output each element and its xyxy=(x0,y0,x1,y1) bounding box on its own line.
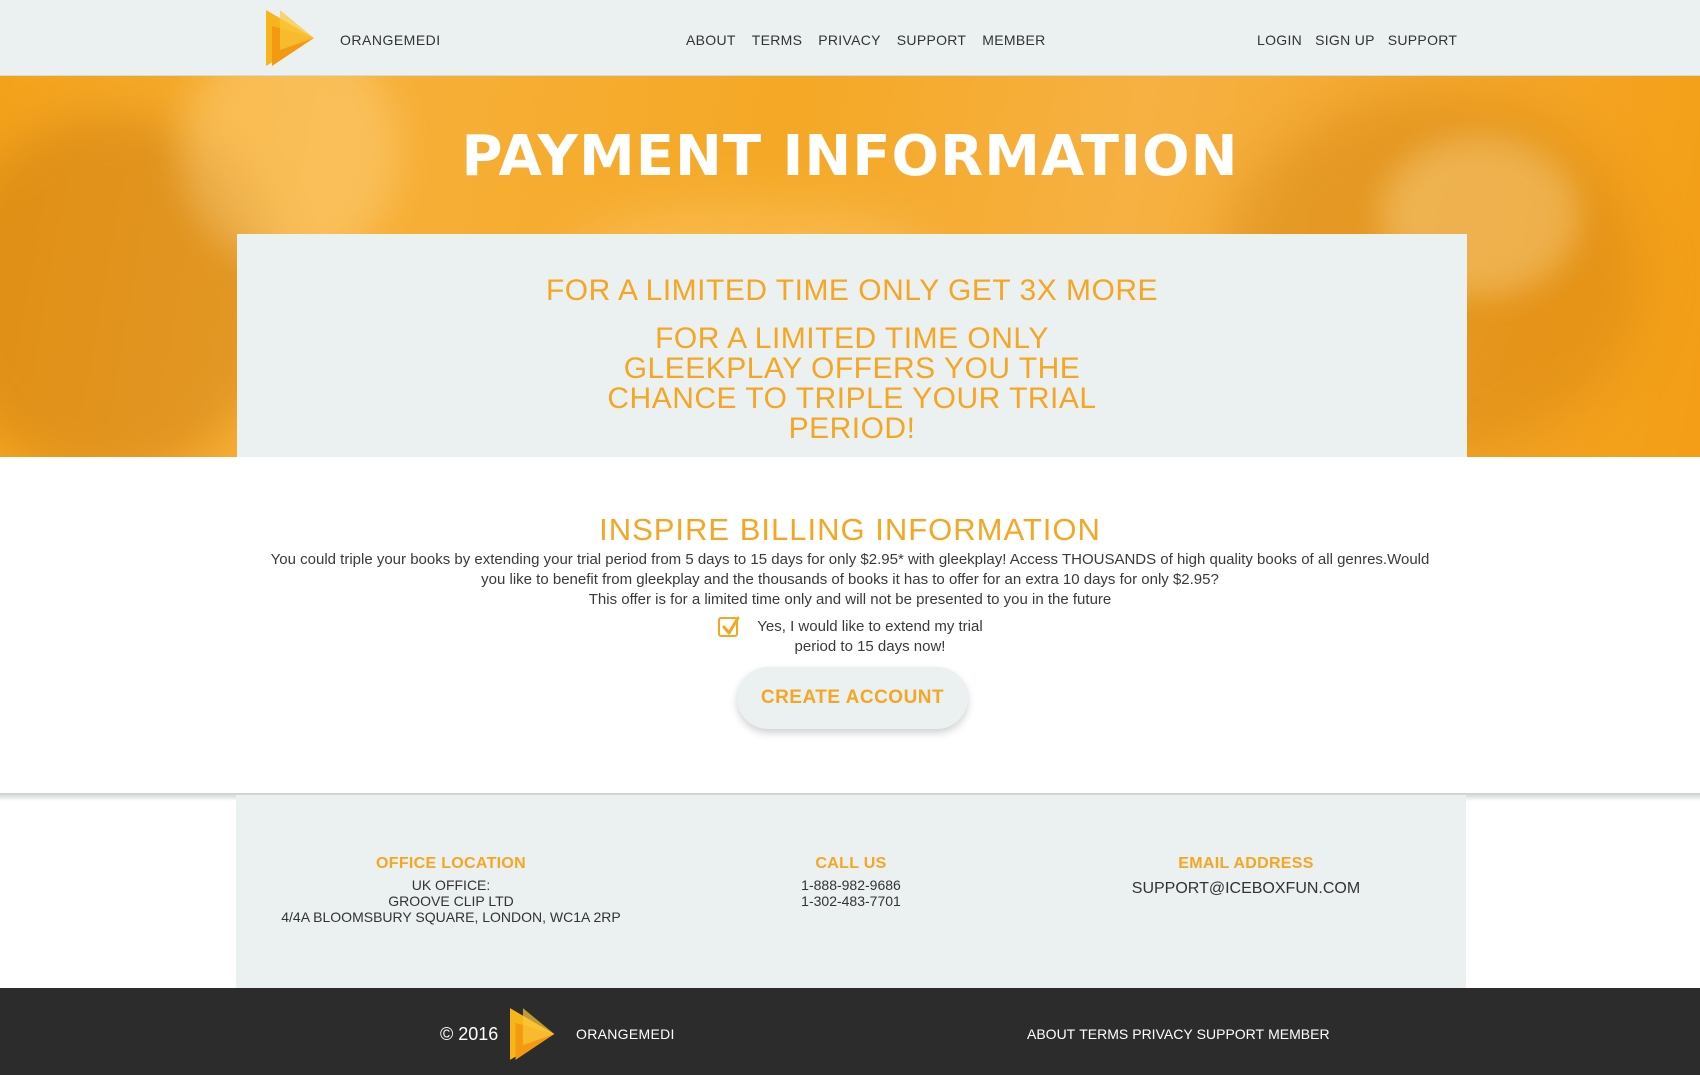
extend-trial-option[interactable]: Yes, I would like to extend my trial per… xyxy=(718,616,998,657)
page-title: PAYMENT INFORMATION xyxy=(461,124,1239,189)
main-nav: ABOUT TERMS PRIVACY SUPPORT MEMBER xyxy=(686,32,1046,48)
account-nav: LOGIN SIGN UP SUPPORT xyxy=(1257,32,1457,48)
nav-item-member[interactable]: MEMBER xyxy=(982,32,1045,48)
brand-name[interactable]: ORANGEMEDI xyxy=(340,32,441,48)
extend-trial-checkbox[interactable] xyxy=(718,616,740,637)
footer-nav-support[interactable]: SUPPORT xyxy=(1197,1026,1264,1042)
login-link[interactable]: LOGIN xyxy=(1257,32,1302,48)
office-location: OFFICE LOCATION UK OFFICE: GROOVE CLIP L… xyxy=(236,855,666,925)
footer-logo-icon[interactable] xyxy=(510,1006,558,1062)
support-link[interactable]: SUPPORT xyxy=(1388,32,1458,48)
footer-nav-member[interactable]: MEMBER xyxy=(1268,1026,1329,1042)
office-address: 4/4A BLOOMSBURY SQUARE, LONDON, WC1A 2RP xyxy=(281,909,621,925)
nav-item-support[interactable]: SUPPORT xyxy=(897,32,967,48)
email-heading: EMAIL ADDRESS xyxy=(1178,855,1314,872)
email-link[interactable]: SUPPORT@ICEBOXFUN.COM xyxy=(1031,881,1461,897)
offer-headline: FOR A LIMITED TIME ONLY GET 3X MORE xyxy=(545,274,1159,307)
call-us-heading: CALL US xyxy=(815,855,887,872)
offer-body: FOR A LIMITED TIME ONLY GLEEKPLAY OFFERS… xyxy=(607,322,1097,445)
footer-nav: ABOUT TERMS PRIVACY SUPPORT MEMBER xyxy=(1027,1026,1330,1042)
footer-nav-privacy[interactable]: PRIVACY xyxy=(1132,1026,1192,1042)
billing-description-note: This offer is for a limited time only an… xyxy=(588,591,1112,608)
copyright: © 2016 xyxy=(440,1024,499,1044)
office-location-heading: OFFICE LOCATION xyxy=(376,855,526,872)
contact-section: OFFICE LOCATION UK OFFICE: GROOVE CLIP L… xyxy=(236,795,1466,988)
nav-item-about[interactable]: ABOUT xyxy=(686,32,736,48)
play-triangle-logo-icon[interactable] xyxy=(266,10,318,66)
footer-nav-terms[interactable]: TERMS xyxy=(1079,1026,1128,1042)
offer-box: FOR A LIMITED TIME ONLY GET 3X MORE FOR … xyxy=(237,234,1467,457)
office-label: UK OFFICE: xyxy=(411,877,491,893)
office-company: GROOVE CLIP LTD xyxy=(388,893,514,909)
nav-item-terms[interactable]: TERMS xyxy=(752,32,803,48)
email-address: EMAIL ADDRESS SUPPORT@ICEBOXFUN.COM xyxy=(1031,855,1461,897)
sign-up-link[interactable]: SIGN UP xyxy=(1315,32,1375,48)
footer-brand-name[interactable]: ORANGEMEDI xyxy=(576,1026,675,1042)
site-footer: © 2016 ORANGEMEDI ABOUT TERMS PRIVACY SU… xyxy=(0,988,1700,1075)
nav-item-privacy[interactable]: PRIVACY xyxy=(818,32,881,48)
call-us: CALL US 1-888-982-9686 1-302-483-7701 xyxy=(636,855,1066,909)
billing-description: You could triple your books by extending… xyxy=(270,550,1430,610)
create-account-button[interactable]: CREATE ACCOUNT xyxy=(737,667,968,729)
billing-title: INSPIRE BILLING INFORMATION xyxy=(599,512,1101,547)
phone-number-1[interactable]: 1-888-982-9686 xyxy=(636,877,1066,893)
footer-nav-about[interactable]: ABOUT xyxy=(1027,1026,1075,1042)
site-header: ORANGEMEDI ABOUT TERMS PRIVACY SUPPORT M… xyxy=(0,0,1700,76)
checkmark-icon xyxy=(722,616,740,635)
extend-trial-label[interactable]: Yes, I would like to extend my trial per… xyxy=(742,617,998,657)
phone-number-2[interactable]: 1-302-483-7701 xyxy=(636,893,1066,909)
billing-description-main: You could triple your books by extending… xyxy=(270,551,1430,588)
